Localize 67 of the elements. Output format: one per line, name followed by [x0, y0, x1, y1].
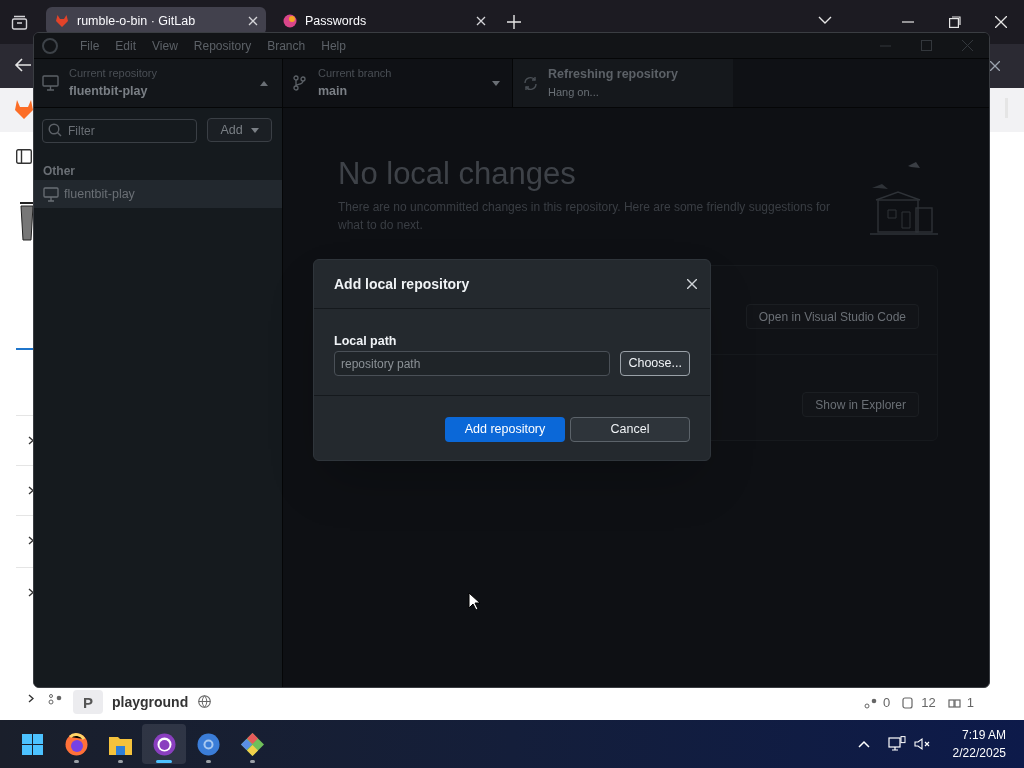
search-icon	[48, 123, 62, 137]
globe-icon	[198, 695, 211, 708]
chevron-right-icon[interactable]	[28, 694, 34, 703]
menu-item[interactable]: Branch	[259, 36, 314, 55]
repository-name: fluentbit-play	[64, 185, 135, 203]
sync-icon	[523, 75, 538, 91]
stat-count: 1	[966, 694, 974, 712]
caret-down-icon	[492, 80, 500, 86]
add-button[interactable]: Add	[207, 118, 272, 142]
browser-tab[interactable]: rumble-o-bin · GitLab	[46, 7, 266, 35]
refresh-detail: Hang on...	[548, 85, 600, 101]
time-text: 7:19 AM	[961, 727, 1006, 744]
group-heading: Other	[42, 163, 76, 180]
filter-field[interactable]: Filter	[42, 119, 197, 143]
monitor-icon	[42, 75, 59, 91]
menu-item[interactable]: View	[144, 36, 186, 55]
menu-item[interactable]: File	[72, 36, 108, 55]
menu-item[interactable]: Edit	[107, 36, 145, 55]
refresh-button[interactable]: Refreshing repository Hang on...	[513, 59, 733, 107]
field-label: Local path	[334, 333, 398, 350]
refresh-label: Refreshing repository	[548, 66, 678, 84]
path-field[interactable]: repository path	[334, 351, 611, 376]
selector-label: Current branch	[318, 66, 393, 82]
fox-icon	[54, 13, 70, 29]
repository-list-item[interactable]: fluentbit-play	[34, 180, 282, 208]
mouse-pointer-icon	[468, 592, 480, 610]
selector-value: main	[318, 82, 349, 100]
action-button[interactable]: Show in Explorer	[802, 392, 919, 417]
tab-list-icon	[11, 14, 28, 30]
date-text: 2/22/2025	[952, 745, 1006, 762]
browser-tab[interactable]: Passwords	[274, 7, 494, 35]
dialog-title: Add local repository	[334, 274, 470, 294]
menu-item[interactable]: Repository	[185, 36, 260, 55]
close-icon[interactable]	[990, 61, 1000, 71]
windows-logo-icon	[19, 731, 45, 757]
action-button[interactable]: Open in Visual Studio Code	[745, 304, 919, 329]
back-arrow-icon[interactable]	[14, 57, 32, 73]
monitor-icon	[43, 186, 59, 202]
selector-value: fluentbit-play	[69, 82, 149, 100]
restore-icon[interactable]	[949, 16, 961, 28]
stat-count: 0	[883, 694, 891, 712]
cancel-button[interactable]: Cancel	[570, 416, 690, 442]
trash-can-icon	[20, 200, 34, 242]
chevron-up-icon[interactable]	[857, 740, 870, 748]
stat-count: 12	[921, 694, 936, 712]
choose-button[interactable]: Choose...	[620, 351, 690, 376]
diamond-tiles-icon	[239, 731, 265, 757]
add-repository-button[interactable]: Add repository	[445, 416, 565, 442]
tab-title: Passwords	[305, 12, 368, 30]
menu-item[interactable]: Help	[313, 36, 354, 55]
project-name[interactable]: playground	[112, 692, 189, 713]
clock[interactable]: 7:19 AM 2/22/2025	[952, 726, 1006, 762]
chevron-down-icon[interactable]	[818, 16, 832, 25]
browser-icon	[63, 731, 89, 757]
browser-icon	[195, 731, 221, 757]
selector-label: Current repository	[69, 66, 159, 82]
project-avatar: P	[73, 690, 103, 714]
sidebar-toggle-icon[interactable]	[16, 149, 32, 164]
branch-icon	[293, 75, 306, 91]
fox-icon[interactable]	[13, 98, 35, 120]
repository-selector[interactable]: Current repository fluentbit-play	[34, 59, 283, 107]
new-tab-icon[interactable]	[507, 15, 521, 29]
tab-title: rumble-o-bin · GitLab	[77, 12, 197, 30]
caret-down-icon	[250, 127, 259, 133]
network-icon[interactable]	[887, 736, 906, 752]
muted-speaker-icon[interactable]	[913, 737, 931, 751]
taskbar-button[interactable]	[142, 724, 186, 764]
